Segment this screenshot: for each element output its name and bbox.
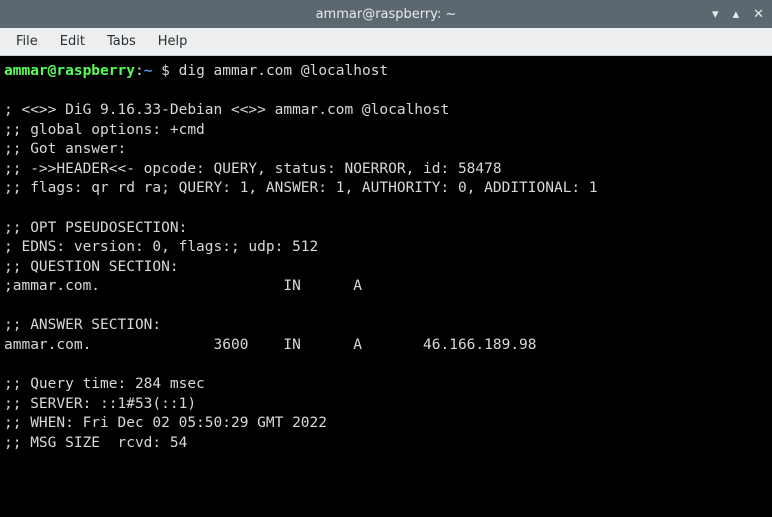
prompt-symbol: $	[152, 63, 178, 79]
output-line: ;; ->>HEADER<<- opcode: QUERY, status: N…	[4, 161, 502, 177]
output-line: ;; flags: qr rd ra; QUERY: 1, ANSWER: 1,…	[4, 180, 598, 196]
terminal-area[interactable]: ammar@raspberry:~ $ dig ammar.com @local…	[0, 56, 772, 517]
prompt-host: raspberry	[56, 63, 135, 79]
window-title: ammar@raspberry: ~	[316, 7, 457, 22]
output-line: ;; Query time: 284 msec	[4, 376, 205, 392]
menu-edit[interactable]: Edit	[50, 30, 95, 53]
output-line: ;; WHEN: Fri Dec 02 05:50:29 GMT 2022	[4, 415, 327, 431]
command-text: dig ammar.com @localhost	[179, 63, 389, 79]
menu-help[interactable]: Help	[148, 30, 198, 53]
window-controls: ▾ ▴ ✕	[712, 8, 764, 21]
menu-tabs[interactable]: Tabs	[97, 30, 146, 53]
output-line: ;; global options: +cmd	[4, 122, 205, 138]
output-line: ;; ANSWER SECTION:	[4, 317, 161, 333]
output-line: ;; SERVER: ::1#53(::1)	[4, 396, 196, 412]
menu-file[interactable]: File	[6, 30, 48, 53]
output-line: ;; QUESTION SECTION:	[4, 259, 179, 275]
output-line: ;; Got answer:	[4, 141, 126, 157]
output-line: ; EDNS: version: 0, flags:; udp: 512	[4, 239, 318, 255]
output-line: ; <<>> DiG 9.16.33-Debian <<>> ammar.com…	[4, 102, 449, 118]
output-line: ammar.com. 3600 IN A 46.166.189.98	[4, 337, 537, 353]
menu-bar: File Edit Tabs Help	[0, 28, 772, 56]
window-titlebar: ammar@raspberry: ~ ▾ ▴ ✕	[0, 0, 772, 28]
close-icon[interactable]: ✕	[753, 8, 764, 21]
maximize-icon[interactable]: ▴	[733, 8, 740, 21]
prompt-colon: :	[135, 63, 144, 79]
output-line: ;; MSG SIZE rcvd: 54	[4, 435, 187, 451]
prompt-user: ammar	[4, 63, 48, 79]
minimize-icon[interactable]: ▾	[712, 8, 719, 21]
output-line: ;; OPT PSEUDOSECTION:	[4, 220, 187, 236]
output-line: ;ammar.com. IN A	[4, 278, 362, 294]
